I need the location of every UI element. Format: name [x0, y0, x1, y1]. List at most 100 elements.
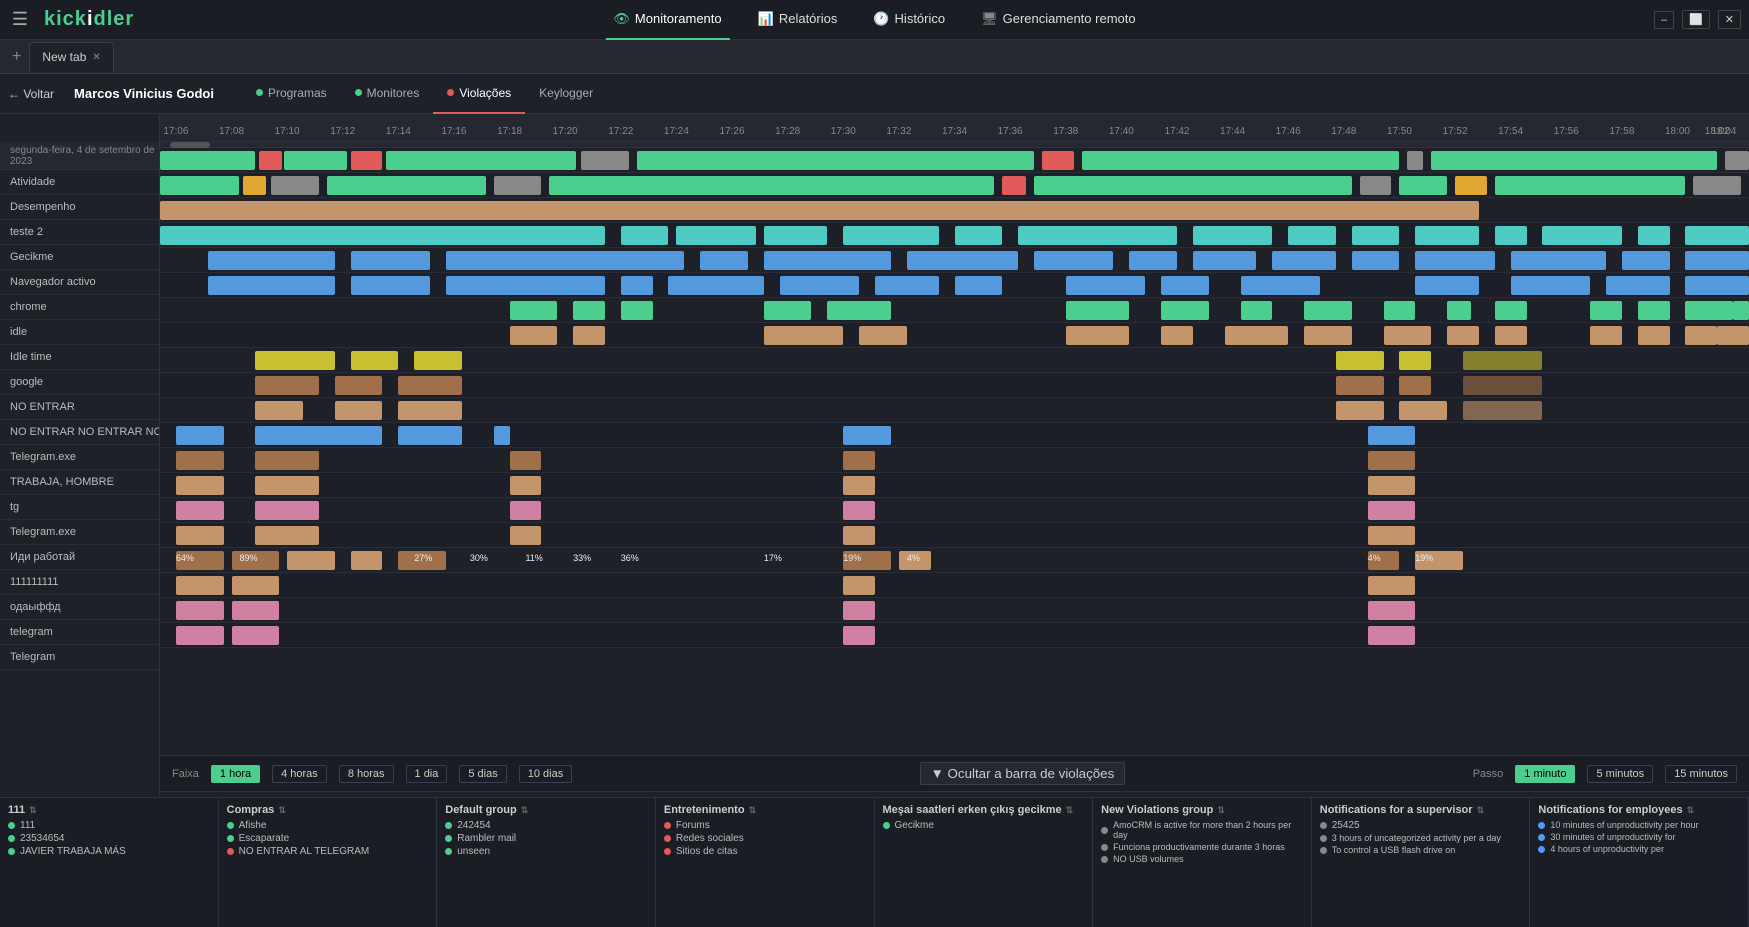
tick-1734: 17:34	[942, 126, 967, 137]
add-tab-button[interactable]: +	[4, 48, 29, 66]
bar	[398, 376, 462, 395]
bar	[351, 351, 399, 370]
timeline-header: 17:06 17:08 17:10 17:12 17:14 17:16 17:1…	[160, 114, 1749, 142]
bar	[398, 401, 462, 420]
bar	[1447, 301, 1471, 320]
bar	[1455, 176, 1487, 195]
bar	[232, 576, 280, 595]
pct-label: 4%	[907, 553, 920, 563]
row-google	[160, 348, 1749, 373]
bar	[255, 476, 319, 495]
bar	[1368, 501, 1416, 520]
bar	[1431, 151, 1717, 170]
bar	[1463, 351, 1542, 370]
nav-gerenciamento[interactable]: 🖥 Gerenciamento remoto	[973, 0, 1143, 40]
step-1minuto[interactable]: 1 minuto	[1515, 765, 1575, 783]
tick-1728: 17:28	[775, 126, 800, 137]
tab-close-icon[interactable]: ✕	[92, 52, 100, 63]
group-item: AmoCRM is active for more than 2 hours p…	[1101, 820, 1303, 840]
sort-icon[interactable]: ⇅	[29, 805, 37, 816]
bar	[1407, 151, 1423, 170]
group-item: 23534654	[8, 833, 210, 844]
group-item: Sitios de citas	[664, 846, 866, 857]
label-telegram2: Telegram	[0, 645, 159, 670]
bar	[176, 526, 224, 545]
main-content: segunda-feira, 4 de setembro de 2023 Ati…	[0, 114, 1749, 927]
sort-icon[interactable]: ⇅	[1217, 805, 1225, 816]
tick-1750: 17:50	[1387, 126, 1412, 137]
bar	[1717, 326, 1749, 345]
bottom-controls: Faixa 1 hora 4 horas 8 horas 1 dia 5 dia…	[160, 755, 1749, 792]
range-10dias[interactable]: 10 dias	[519, 765, 572, 783]
range-4horas[interactable]: 4 horas	[272, 765, 327, 783]
bar	[1733, 251, 1749, 270]
maximize-button[interactable]: ⬜	[1682, 10, 1710, 29]
group-item: 4 hours of unproductivity per	[1538, 844, 1740, 854]
pct-label: 89%	[239, 553, 257, 563]
tick-1730: 17:30	[831, 126, 856, 137]
item-dot	[8, 835, 15, 842]
bar	[1336, 351, 1384, 370]
label-atividade: Atividade	[0, 170, 159, 195]
range-1dia[interactable]: 1 dia	[406, 765, 448, 783]
sort-icon[interactable]: ⇅	[1066, 805, 1074, 816]
bar	[875, 276, 939, 295]
bar	[1463, 401, 1542, 420]
item-dot	[227, 835, 234, 842]
label-desempenho: Desempenho	[0, 195, 159, 220]
tab-violacoes[interactable]: Violações	[433, 74, 525, 114]
hamburger-menu[interactable]: ☰	[0, 0, 40, 40]
bar	[764, 251, 891, 270]
bar	[208, 276, 335, 295]
tick-1800: 18:00	[1665, 126, 1690, 137]
hide-btn-label: ▼ Ocultar a barra de violações	[931, 766, 1115, 781]
bar	[1685, 326, 1717, 345]
item-dot	[227, 822, 234, 829]
hide-violations-button[interactable]: ▼ Ocultar a barra de violações	[920, 762, 1126, 785]
group-111: 111 ⇅ 111 23534654 JAVIER TRABAJA MÁS	[0, 798, 219, 927]
tick-1708: 17:08	[219, 126, 244, 137]
tab-programas[interactable]: Programas	[242, 74, 341, 114]
pct-label: 11%	[525, 553, 542, 563]
bar	[255, 501, 319, 520]
pct-label: 33%	[573, 553, 591, 563]
row-telegramexe1	[160, 423, 1749, 448]
sort-icon[interactable]: ⇅	[278, 805, 286, 816]
new-tab-item[interactable]: New tab ✕	[29, 42, 113, 72]
step-15minutos[interactable]: 15 minutos	[1665, 765, 1737, 783]
item-dot	[1101, 844, 1108, 851]
bar	[1638, 226, 1670, 245]
bar	[386, 151, 577, 170]
close-button[interactable]: ✕	[1718, 10, 1741, 29]
minimize-button[interactable]: –	[1654, 11, 1674, 29]
bar	[160, 201, 1479, 220]
range-5dias[interactable]: 5 dias	[459, 765, 506, 783]
tab-keylogger[interactable]: Keylogger	[525, 74, 607, 114]
range-8horas[interactable]: 8 horas	[339, 765, 394, 783]
step-5minutos[interactable]: 5 minutos	[1587, 765, 1653, 783]
tick-1706: 17:06	[163, 126, 188, 137]
tab-monitores[interactable]: Monitores	[341, 74, 434, 114]
nav-relatorios[interactable]: 📊 Relatórios	[750, 0, 846, 40]
group-item: Afishe	[227, 820, 429, 831]
item-dot	[1538, 834, 1545, 841]
sort-icon[interactable]: ⇅	[1687, 805, 1695, 816]
bar	[1384, 301, 1416, 320]
nav-monitoramento[interactable]: 👁 Monitoramento	[605, 0, 729, 40]
sort-icon[interactable]: ⇅	[521, 805, 529, 816]
violacoes-dot	[447, 89, 454, 96]
bar	[1447, 326, 1479, 345]
bar	[907, 251, 1018, 270]
bar	[700, 251, 748, 270]
back-button[interactable]: ← Voltar	[8, 87, 54, 101]
bar	[335, 376, 383, 395]
range-1hora[interactable]: 1 hora	[211, 765, 260, 783]
sort-icon[interactable]: ⇅	[749, 805, 757, 816]
label-noentrar: NO ENTRAR	[0, 395, 159, 420]
nav-historico[interactable]: 🕐 Histórico	[865, 0, 953, 40]
bar	[1495, 301, 1527, 320]
bar	[1495, 326, 1527, 345]
user-name: Marcos Vinicius Godoi	[74, 86, 214, 101]
sort-icon[interactable]: ⇅	[1477, 805, 1485, 816]
tick-1752: 17:52	[1443, 126, 1468, 137]
